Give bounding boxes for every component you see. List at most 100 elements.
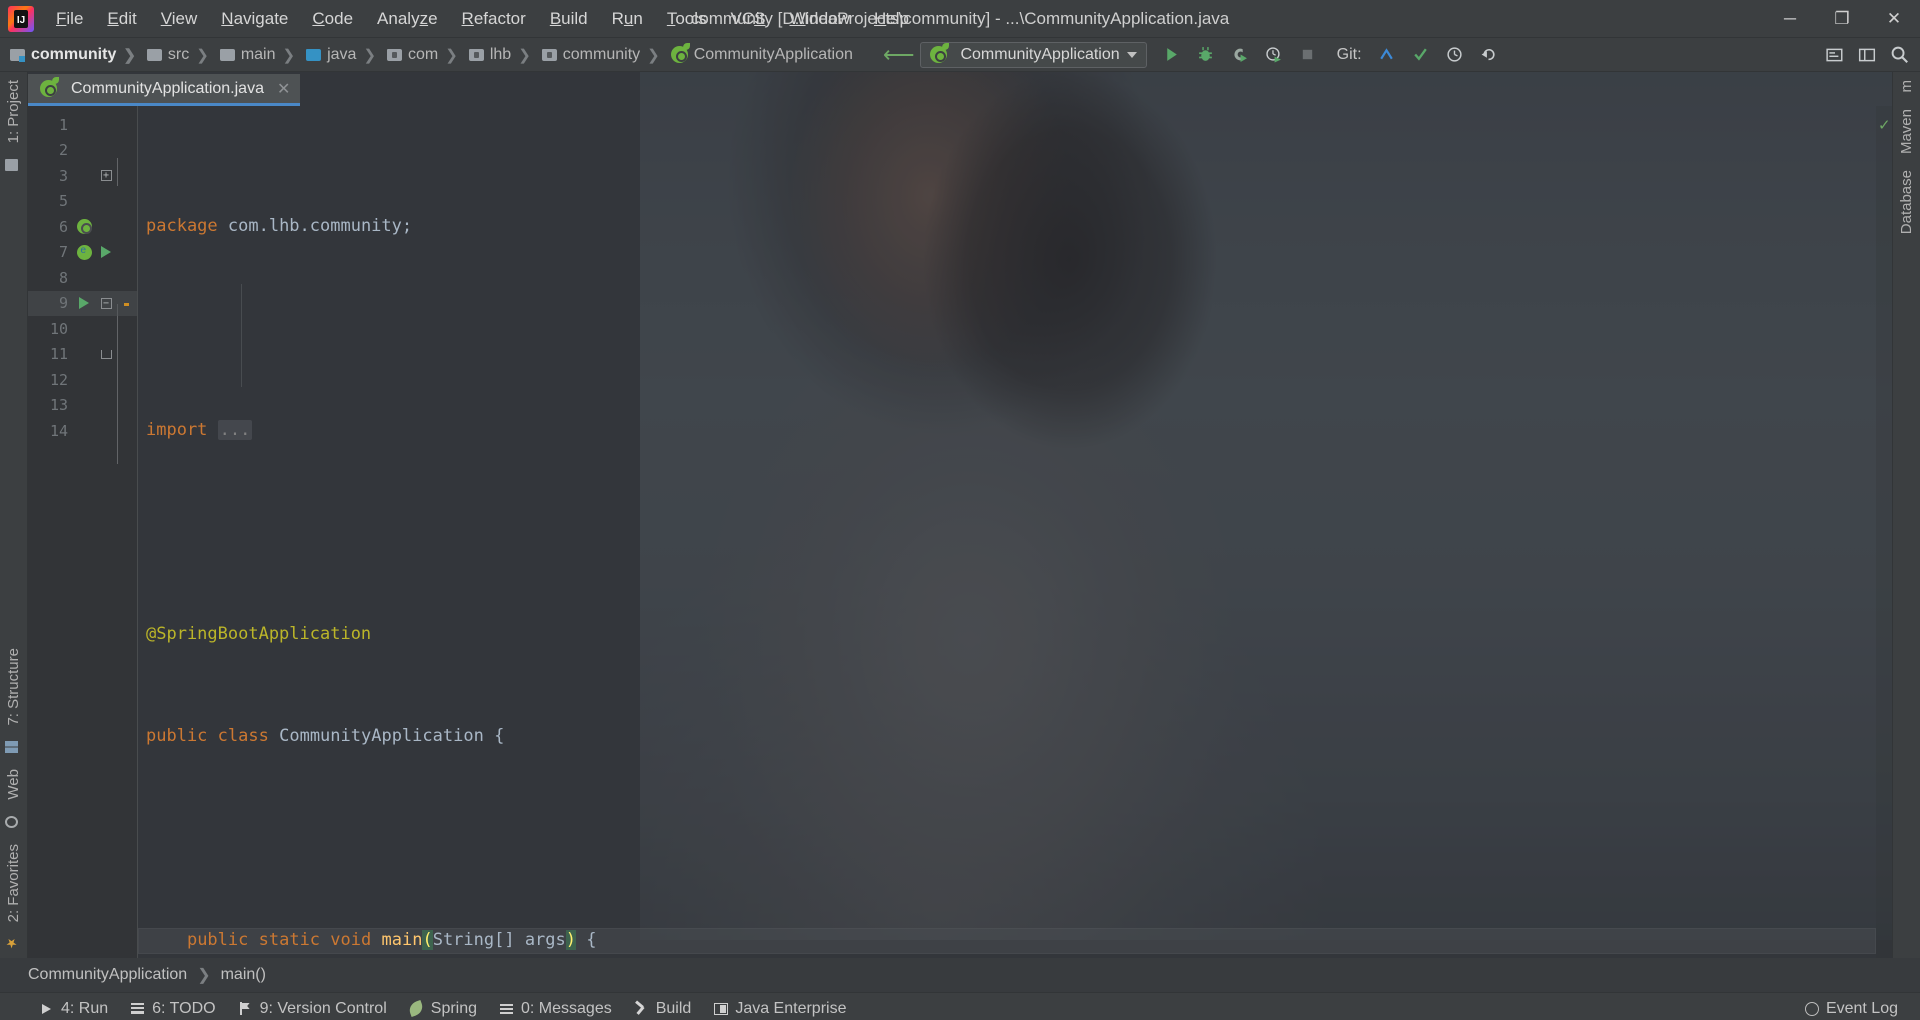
left-tool-stripe: 1: Project 7: Structure Web 2: Favorites… [0,72,28,958]
breadcrumb-separator: ❯ [282,46,296,64]
line-number: 12 [49,370,68,389]
breadcrumb-separator: ❯ [196,46,209,64]
inspection-ok-icon[interactable]: ✓ [1878,116,1891,134]
tool-window-java-enterprise[interactable]: Java Enterprise [702,997,857,1020]
maven-letter-icon-button[interactable]: m [1893,72,1920,101]
sidebar-item-maven[interactable]: Maven [1893,101,1920,162]
code-line-7[interactable]: public class CommunityApplication { [138,724,1876,750]
sidebar-item-database[interactable]: Database [1893,162,1920,242]
layout-button[interactable] [1852,41,1882,69]
code-line-2[interactable] [138,316,1876,342]
run-main-gutter-icon[interactable] [79,297,89,310]
breadcrumb-main[interactable]: main ❯ [218,44,304,66]
open-brace: { [494,726,505,746]
debug-button[interactable] [1191,41,1221,69]
menu-refactor[interactable]: Refactor [450,5,538,33]
git-history-button[interactable] [1440,41,1470,69]
breadcrumb-community-package[interactable]: community ❯ [540,44,669,66]
git-update-project-button[interactable] [1372,41,1402,69]
spring-bean-icon[interactable] [76,244,92,260]
hammer-icon [634,1002,649,1016]
web-globe-icon [5,815,18,828]
structure-icon-button[interactable] [0,733,23,761]
menu-build[interactable]: Build [538,5,600,33]
search-everywhere-button[interactable] [1884,41,1914,69]
sidebar-item-favorites[interactable]: 2: Favorites [0,836,27,930]
breadcrumb-separator: ❯ [518,46,531,64]
sidebar-item-structure[interactable]: 7: Structure [0,640,27,734]
breadcrumb-java[interactable]: java ❯ [304,44,385,66]
settings-button[interactable] [1820,41,1850,69]
breadcrumb-community-project[interactable]: community ❯ [8,44,145,66]
editor-error-stripe[interactable]: ✓ [1876,106,1892,958]
gutter-line: 7 [28,240,137,266]
tool-window-run[interactable]: 4: Run [28,997,119,1020]
breadcrumb-com[interactable]: com ❯ [385,44,467,66]
menu-code[interactable]: Code [300,5,365,33]
code-text-area[interactable]: package com.lhb.community; import ... @S… [138,106,1876,958]
editor-tab-communityapplication[interactable]: CommunityApplication.java ✕ [28,74,301,106]
code-line-6[interactable]: @SpringBootApplication [138,622,1876,648]
profile-button[interactable] [1259,41,1289,69]
back-arrow-icon[interactable]: ⟶ [883,42,915,68]
editor-gutter[interactable]: 1 2 3 + 5 6 7 e 8 9 − 10 11 12 13 14 [28,106,138,958]
git-rollback-button[interactable] [1474,41,1504,69]
menu-edit[interactable]: Edit [95,5,148,33]
menu-run[interactable]: Run [600,5,655,33]
web-globe-icon-button[interactable] [0,808,23,836]
run-button[interactable] [1157,41,1187,69]
tool-window-spring[interactable]: Spring [398,997,488,1020]
folded-imports-placeholder[interactable]: ... [217,420,253,440]
minimize-button[interactable]: ─ [1764,0,1816,38]
breadcrumb-class[interactable]: CommunityApplication [669,43,855,66]
breadcrumb-method-label[interactable]: main() [221,966,266,984]
stop-button[interactable] [1293,41,1323,69]
expand-imports-icon[interactable]: + [100,170,112,182]
run-configuration-selector[interactable]: CommunityApplication [920,41,1147,68]
sidebar-item-label: Web [5,769,22,800]
matched-paren-open: ( [422,930,433,950]
maven-icon: m [1898,80,1915,93]
menu-file[interactable]: File [44,5,95,33]
right-stripe-top: m Maven Database [1893,72,1920,242]
line-number: 11 [49,345,68,364]
menu-vcs[interactable]: VCS [719,5,778,33]
main-body: 1: Project 7: Structure Web 2: Favorites… [0,72,1920,958]
star-icon-button[interactable]: ★ [0,930,23,958]
tool-window-messages[interactable]: 0: Messages [488,997,623,1020]
breadcrumb-lhb[interactable]: lhb ❯ [467,44,540,66]
menu-navigate[interactable]: Navigate [209,5,300,33]
sidebar-item-web[interactable]: Web [0,761,27,808]
tool-window-todo[interactable]: 6: TODO [119,997,226,1020]
project-folder-icon-button[interactable] [0,151,23,179]
fold-end-icon[interactable] [100,349,112,359]
keyword-class: class [217,726,269,746]
line-number: 14 [49,421,68,440]
git-commit-button[interactable] [1406,41,1436,69]
close-button[interactable]: ✕ [1868,0,1920,38]
menu-view[interactable]: View [149,5,210,33]
breadcrumb-class-label[interactable]: CommunityApplication [28,966,187,984]
code-line-5[interactable] [138,520,1876,546]
sidebar-item-project[interactable]: 1: Project [0,72,27,151]
menu-help[interactable]: Help [862,5,921,33]
code-line-8[interactable] [138,826,1876,852]
menu-tools[interactable]: Tools [655,5,719,33]
maximize-button[interactable]: ❐ [1816,0,1868,38]
run-class-gutter-icon[interactable] [101,246,111,259]
code-line-1[interactable]: package com.lhb.community; [138,214,1876,240]
menu-analyze[interactable]: Analyze [365,5,450,33]
run-with-coverage-button[interactable] [1225,41,1255,69]
collapse-method-icon[interactable]: − [100,297,112,309]
code-line-3[interactable]: import ... [138,418,1876,444]
event-log-button[interactable]: Event Log [1797,997,1906,1020]
spring-bean-icon[interactable] [76,219,92,235]
tool-window-build[interactable]: Build [623,997,703,1020]
menu-window[interactable]: Window [778,5,862,33]
breadcrumb-src[interactable]: src ❯ [145,44,218,66]
close-icon[interactable]: ✕ [277,79,290,99]
gutter-line: 2 [28,138,137,164]
code-editor[interactable]: 1 2 3 + 5 6 7 e 8 9 − 10 11 12 13 14 pac… [28,106,1892,958]
code-line-9-active[interactable]: public static void main(String[] args) { [138,928,1876,954]
tool-window-version-control[interactable]: 9: Version Control [227,997,398,1020]
